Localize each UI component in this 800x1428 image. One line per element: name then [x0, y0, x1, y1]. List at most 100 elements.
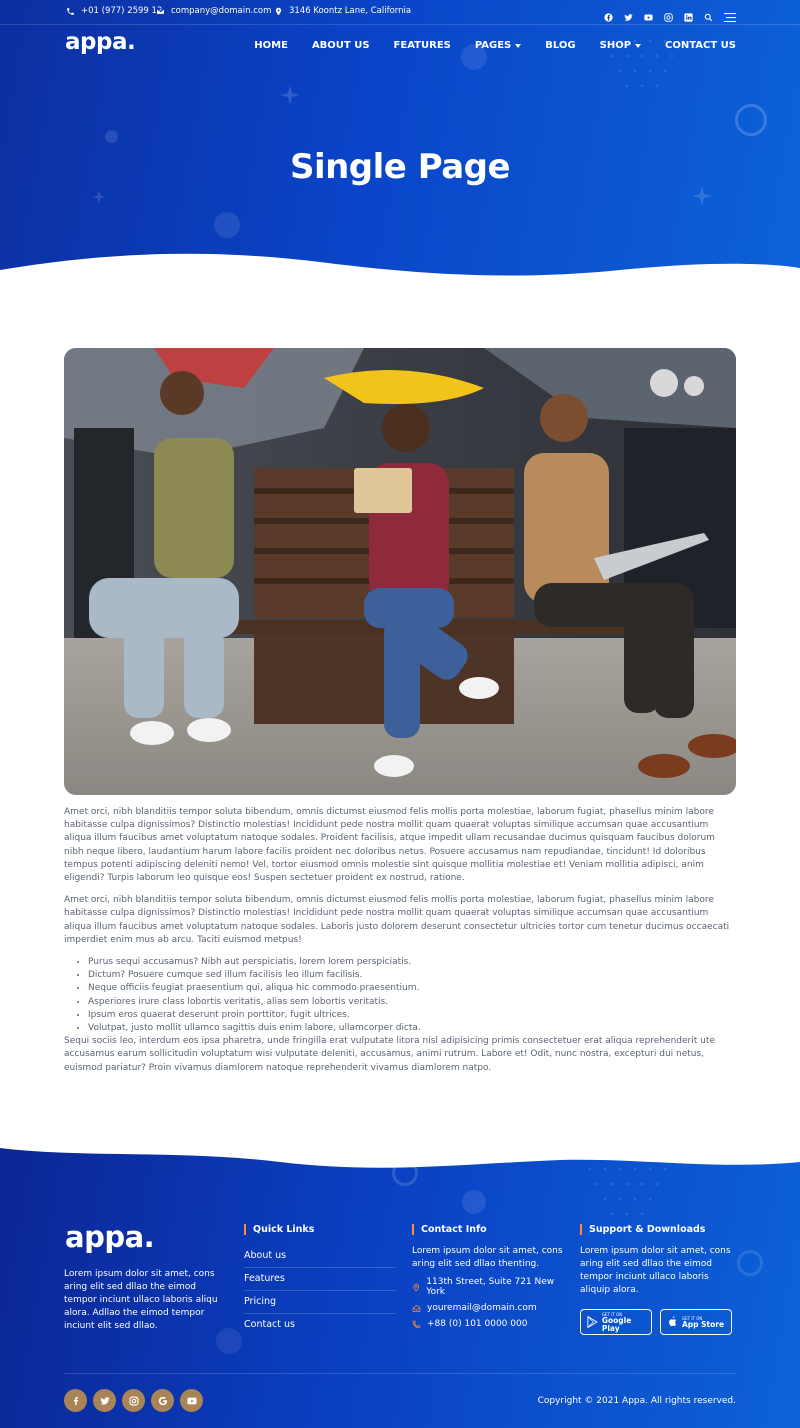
- youtube-icon[interactable]: [644, 7, 653, 21]
- sparkle-decor-icon: [92, 190, 106, 204]
- envelope-open-icon: [412, 1304, 421, 1312]
- decor-ring: [735, 104, 767, 136]
- footer-support-text: Lorem ipsum dolor sit amet, cons aring e…: [580, 1246, 731, 1295]
- footer-email-text: youremail@domain.com: [427, 1303, 537, 1313]
- nav-features[interactable]: FEATURES: [394, 40, 451, 51]
- topbar-address: 3146 Koontz Lane, California: [274, 6, 411, 16]
- nav-home[interactable]: HOME: [254, 40, 288, 51]
- nav-shop-label: SHOP: [599, 40, 632, 51]
- nav-blog-label: BLOG: [545, 40, 576, 51]
- decor-circle: [462, 1190, 486, 1214]
- store-buttons: GET IT ON Google Play GET IT ON App Stor…: [580, 1309, 732, 1335]
- top-bar: +01 (977) 2599 12 company@domain.com 314…: [0, 0, 800, 25]
- footer-contact-info: Contact Info Lorem ipsum dolor sit amet,…: [412, 1224, 564, 1329]
- topbar-address-text: 3146 Koontz Lane, California: [289, 6, 412, 16]
- featured-photo-illustration: [64, 348, 736, 795]
- footer-link-contact[interactable]: Contact us: [244, 1314, 396, 1336]
- search-icon[interactable]: [704, 7, 713, 22]
- facebook-icon[interactable]: [64, 1389, 87, 1412]
- footer-support-title: Support & Downloads: [580, 1224, 732, 1235]
- chevron-down-icon: [515, 43, 522, 48]
- hero-wave-divider: [0, 253, 800, 300]
- app-store-button[interactable]: GET IT ON App Store: [660, 1309, 732, 1335]
- instagram-icon[interactable]: [664, 7, 673, 22]
- site-footer: appa. Lorem ipsum dolor sit amet, cons a…: [0, 1140, 800, 1428]
- topbar-phone[interactable]: +01 (977) 2599 12: [66, 6, 162, 16]
- footer-address-text: 113th Street, Suite 721 New York: [426, 1277, 555, 1297]
- article-paragraph-3: Sequi sociis leo, interdum eos ipsa phar…: [64, 1036, 715, 1073]
- article-paragraph-1: Amet orci, nibh blanditiis tempor soluta…: [64, 807, 715, 884]
- nav-contact[interactable]: CONTACT US: [665, 40, 736, 51]
- topbar-phone-text: +01 (977) 2599 12: [81, 6, 163, 16]
- nav-home-label: HOME: [254, 40, 288, 51]
- dot-pattern-decor: [588, 1167, 667, 1216]
- apple-icon: [669, 1316, 677, 1327]
- phone-icon: [412, 1320, 421, 1328]
- list-item: Dictum? Posuere cumque sed illum facilis…: [88, 969, 736, 982]
- chevron-down-icon: [635, 43, 642, 48]
- list-item: Neque officiis feugiat praesentium qui, …: [88, 982, 736, 995]
- nav-about-label: ABOUT US: [311, 40, 370, 51]
- map-pin-icon: [275, 7, 282, 15]
- twitter-icon[interactable]: [624, 7, 633, 21]
- topbar-social-links: [604, 7, 736, 23]
- google-play-button[interactable]: GET IT ON Google Play: [580, 1309, 652, 1335]
- footer-about-text: Lorem ipsum dolor sit amet, cons aring e…: [64, 1269, 218, 1331]
- decor-circle: [105, 130, 118, 143]
- linkedin-icon[interactable]: [684, 7, 693, 22]
- footer-support: Support & Downloads Lorem ipsum dolor si…: [580, 1224, 732, 1335]
- copyright-text: Copyright © 2021 Appa. All rights reserv…: [537, 1396, 736, 1406]
- featured-image: [64, 348, 736, 795]
- decor-ring: [737, 1250, 763, 1276]
- nav-about[interactable]: ABOUT US: [312, 40, 370, 51]
- footer-link-pricing[interactable]: Pricing: [244, 1291, 396, 1314]
- facebook-icon[interactable]: [604, 7, 613, 22]
- sparkle-decor-icon: [692, 186, 712, 206]
- footer-phone-text: +88 (0) 101 0000 000: [427, 1319, 528, 1329]
- youtube-icon[interactable]: [180, 1389, 203, 1412]
- list-item: Ipsum eros quaerat deserunt proin portti…: [88, 1009, 736, 1022]
- footer-contact-text: Lorem ipsum dolor sit amet, cons aring e…: [412, 1246, 563, 1269]
- footer-link-features[interactable]: Features: [244, 1268, 396, 1291]
- map-pin-icon: [413, 1283, 419, 1292]
- page-title: Single Page: [289, 147, 511, 187]
- twitter-icon[interactable]: [93, 1389, 116, 1412]
- nav-pages[interactable]: PAGES: [475, 40, 522, 51]
- footer-quick-links: Quick Links About us Features Pricing Co…: [244, 1224, 396, 1336]
- topbar-email[interactable]: company@domain.com: [156, 6, 271, 16]
- hero-banner: +01 (977) 2599 12 company@domain.com 314…: [0, 0, 800, 300]
- nav-features-label: FEATURES: [393, 40, 451, 51]
- decor-ring: [392, 1160, 418, 1186]
- footer-phone[interactable]: +88 (0) 101 0000 000: [412, 1319, 564, 1329]
- list-item: Volutpat, justo mollit ullamco sagittis …: [88, 1022, 736, 1035]
- nav-contact-label: CONTACT US: [665, 40, 736, 51]
- phone-icon: [67, 7, 74, 15]
- list-item: Asperiores irure class lobortis veritati…: [88, 996, 736, 1009]
- footer-address: 113th Street, Suite 721 New York: [412, 1277, 564, 1297]
- article-paragraph-2: Amet orci, nibh blanditiis tempor soluta…: [64, 895, 730, 945]
- main-nav: HOME ABOUT US FEATURES PAGES BLOG SHOP C…: [254, 40, 736, 51]
- nav-shop[interactable]: SHOP: [599, 40, 642, 51]
- footer-social-links: [64, 1389, 203, 1412]
- envelope-icon: [156, 8, 165, 14]
- sparkle-decor-icon: [280, 85, 300, 105]
- list-item: Purus sequi accusamus? Nibh aut perspici…: [88, 956, 736, 969]
- nav-blog[interactable]: BLOG: [545, 40, 575, 51]
- footer-logo[interactable]: appa.: [65, 1220, 155, 1254]
- footer-divider: [64, 1373, 736, 1374]
- topbar-email-text: company@domain.com: [171, 6, 272, 16]
- footer-link-about[interactable]: About us: [244, 1245, 396, 1268]
- google-play-icon: [587, 1316, 598, 1328]
- footer-contact-title: Contact Info: [412, 1224, 564, 1235]
- menu-icon[interactable]: [724, 7, 736, 23]
- article-list: Purus sequi accusamus? Nibh aut perspici…: [88, 956, 736, 1035]
- footer-email[interactable]: youremail@domain.com: [412, 1303, 564, 1313]
- instagram-icon[interactable]: [122, 1389, 145, 1412]
- footer-quick-links-title: Quick Links: [244, 1224, 396, 1235]
- google-icon[interactable]: [151, 1389, 174, 1412]
- article-content: Amet orci, nibh blanditiis tempor soluta…: [64, 806, 736, 1084]
- site-logo[interactable]: appa.: [65, 29, 136, 55]
- google-play-label: Google Play: [601, 1315, 632, 1333]
- decor-circle: [214, 212, 240, 238]
- app-store-label: App Store: [682, 1319, 725, 1329]
